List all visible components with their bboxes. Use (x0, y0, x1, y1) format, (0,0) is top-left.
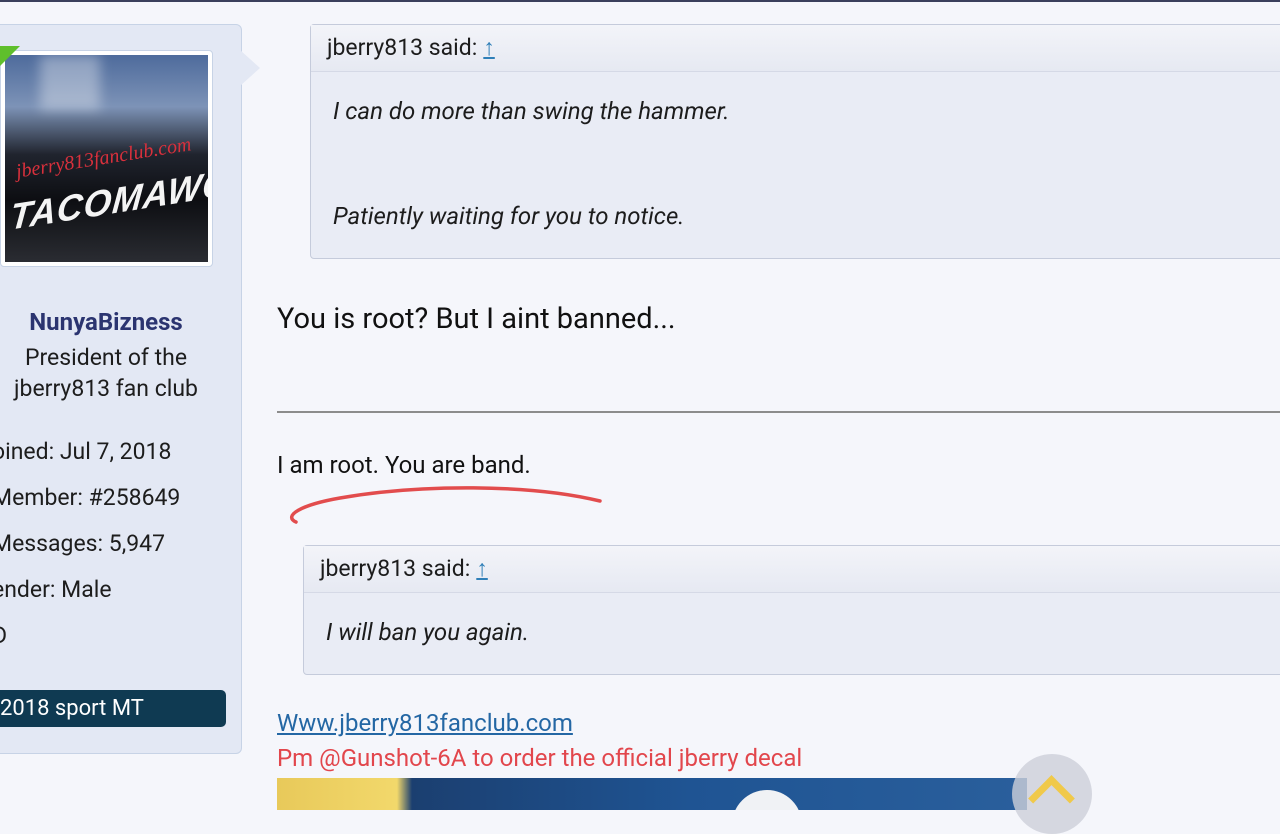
quote-block: jberry813 said: ↑ I will ban you again. (303, 545, 1280, 675)
signature-image (277, 778, 1027, 810)
signature-order-text: Pm @Gunshot-6A to order the official jbe… (277, 744, 803, 772)
quote-header: jberry813 said: ↑ (304, 546, 1280, 593)
scroll-top-button[interactable] (1012, 754, 1092, 834)
signature-link[interactable]: Www.jberry813fanclub.com (277, 709, 573, 737)
arrow-up-icon[interactable]: ↑ (476, 555, 488, 582)
quote-author: jberry813 said: (320, 555, 471, 582)
chevron-up-icon (1028, 775, 1075, 822)
red-underline-annotation (289, 486, 602, 524)
quote-text: I will ban you again. (326, 618, 530, 646)
